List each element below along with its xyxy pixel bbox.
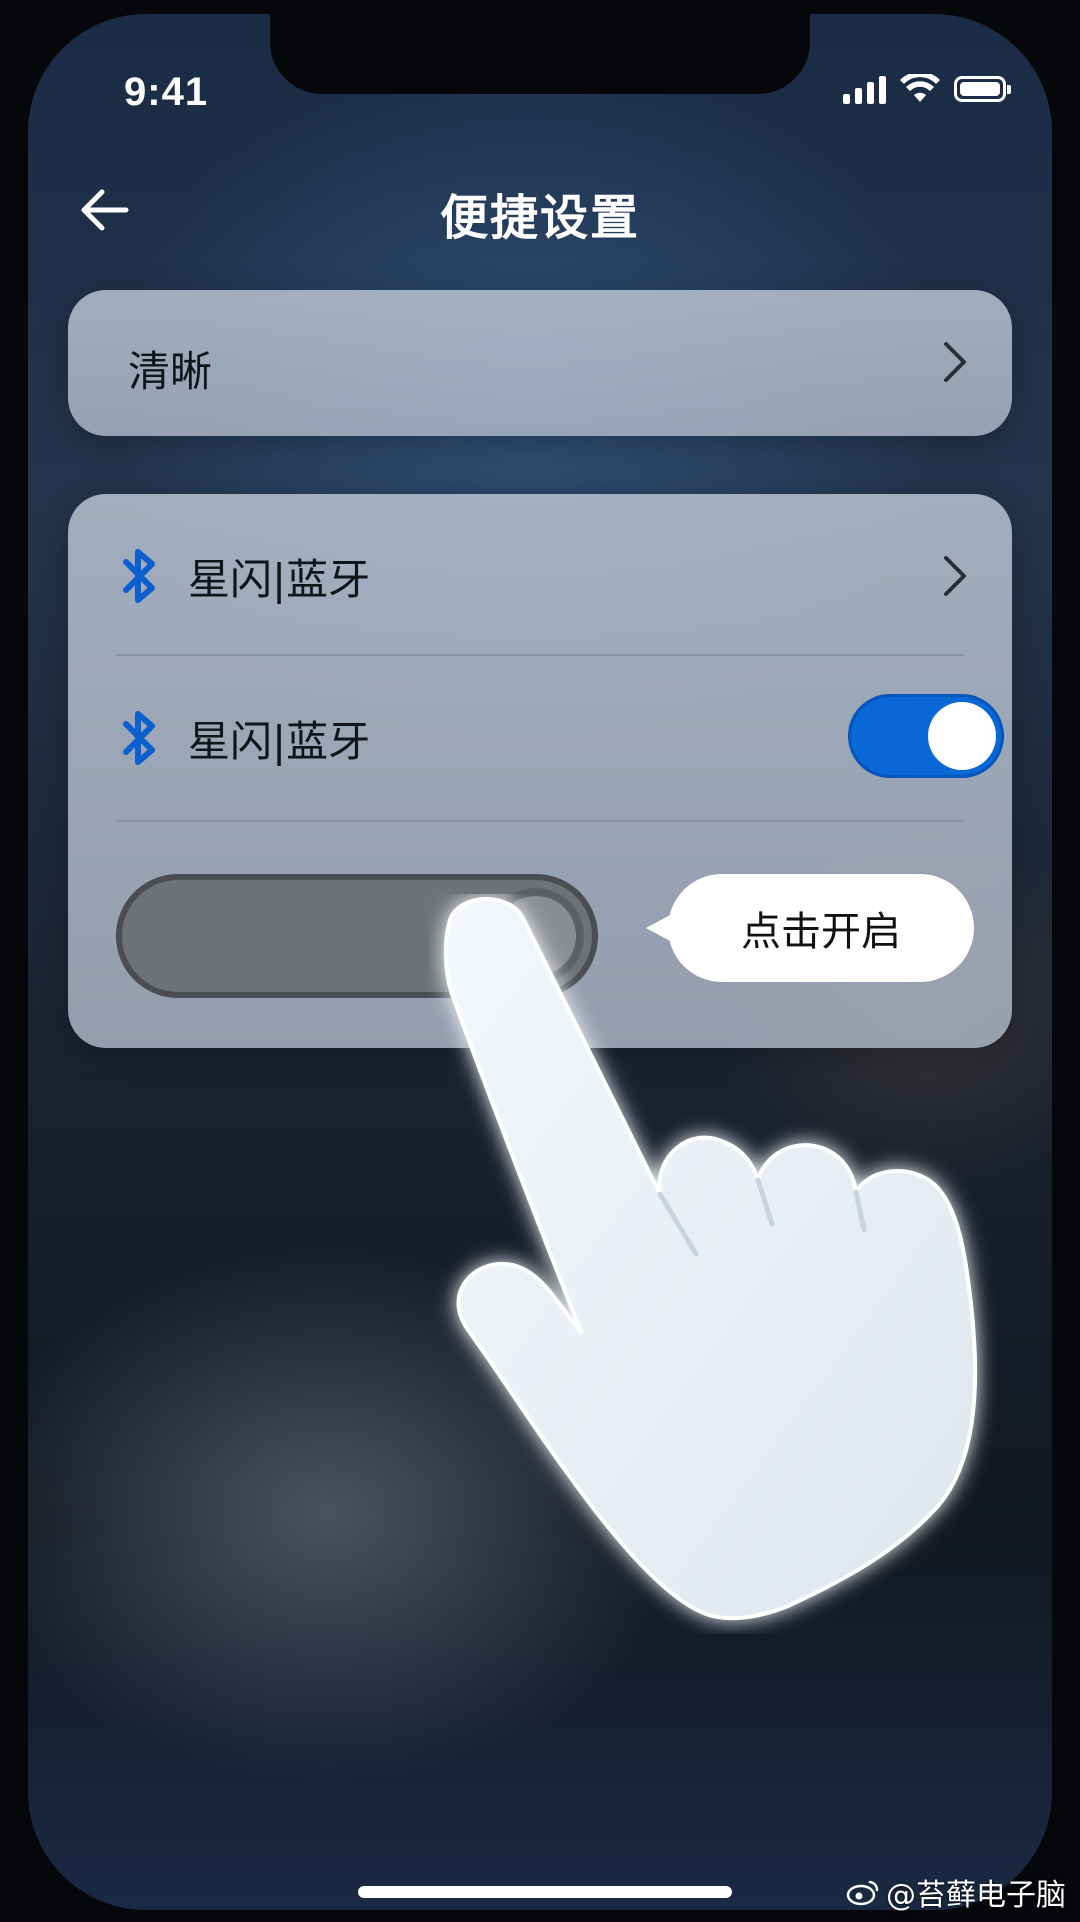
status-icons [843, 74, 1011, 104]
page-title: 便捷设置 [439, 190, 640, 246]
wifi-icon [900, 74, 940, 102]
bluetooth-toggle-switch[interactable] [848, 694, 1004, 778]
toggle-knob [928, 702, 996, 770]
chevron-right-icon[interactable] [936, 332, 976, 392]
notch [270, 14, 810, 94]
bluetooth-icon [123, 711, 155, 765]
settings-card-clarity: 清晰 [68, 290, 1012, 436]
watermark-text: @苔藓电子脑 [886, 1878, 1066, 1913]
phone-screen: 9:41 便捷设置 清晰 星闪|蓝牙 星闪|蓝牙 点击开启 [28, 14, 1052, 1910]
watermark: @苔藓电子脑 [846, 1870, 1066, 1914]
battery-icon [954, 76, 1011, 102]
weibo-icon [846, 1880, 879, 1906]
bluetooth-nav-label: 星闪|蓝牙 [188, 555, 371, 604]
status-time: 9:41 [124, 70, 209, 114]
clarity-label: 清晰 [128, 347, 213, 396]
cellular-signal-icon [843, 74, 886, 104]
divider [116, 654, 964, 656]
pointing-hand-icon [443, 897, 978, 1621]
bluetooth-icon [123, 549, 155, 603]
divider [116, 820, 964, 822]
chevron-right-icon[interactable] [936, 546, 976, 606]
bluetooth-toggle-label: 星闪|蓝牙 [188, 717, 371, 766]
home-indicator[interactable] [358, 1886, 732, 1898]
